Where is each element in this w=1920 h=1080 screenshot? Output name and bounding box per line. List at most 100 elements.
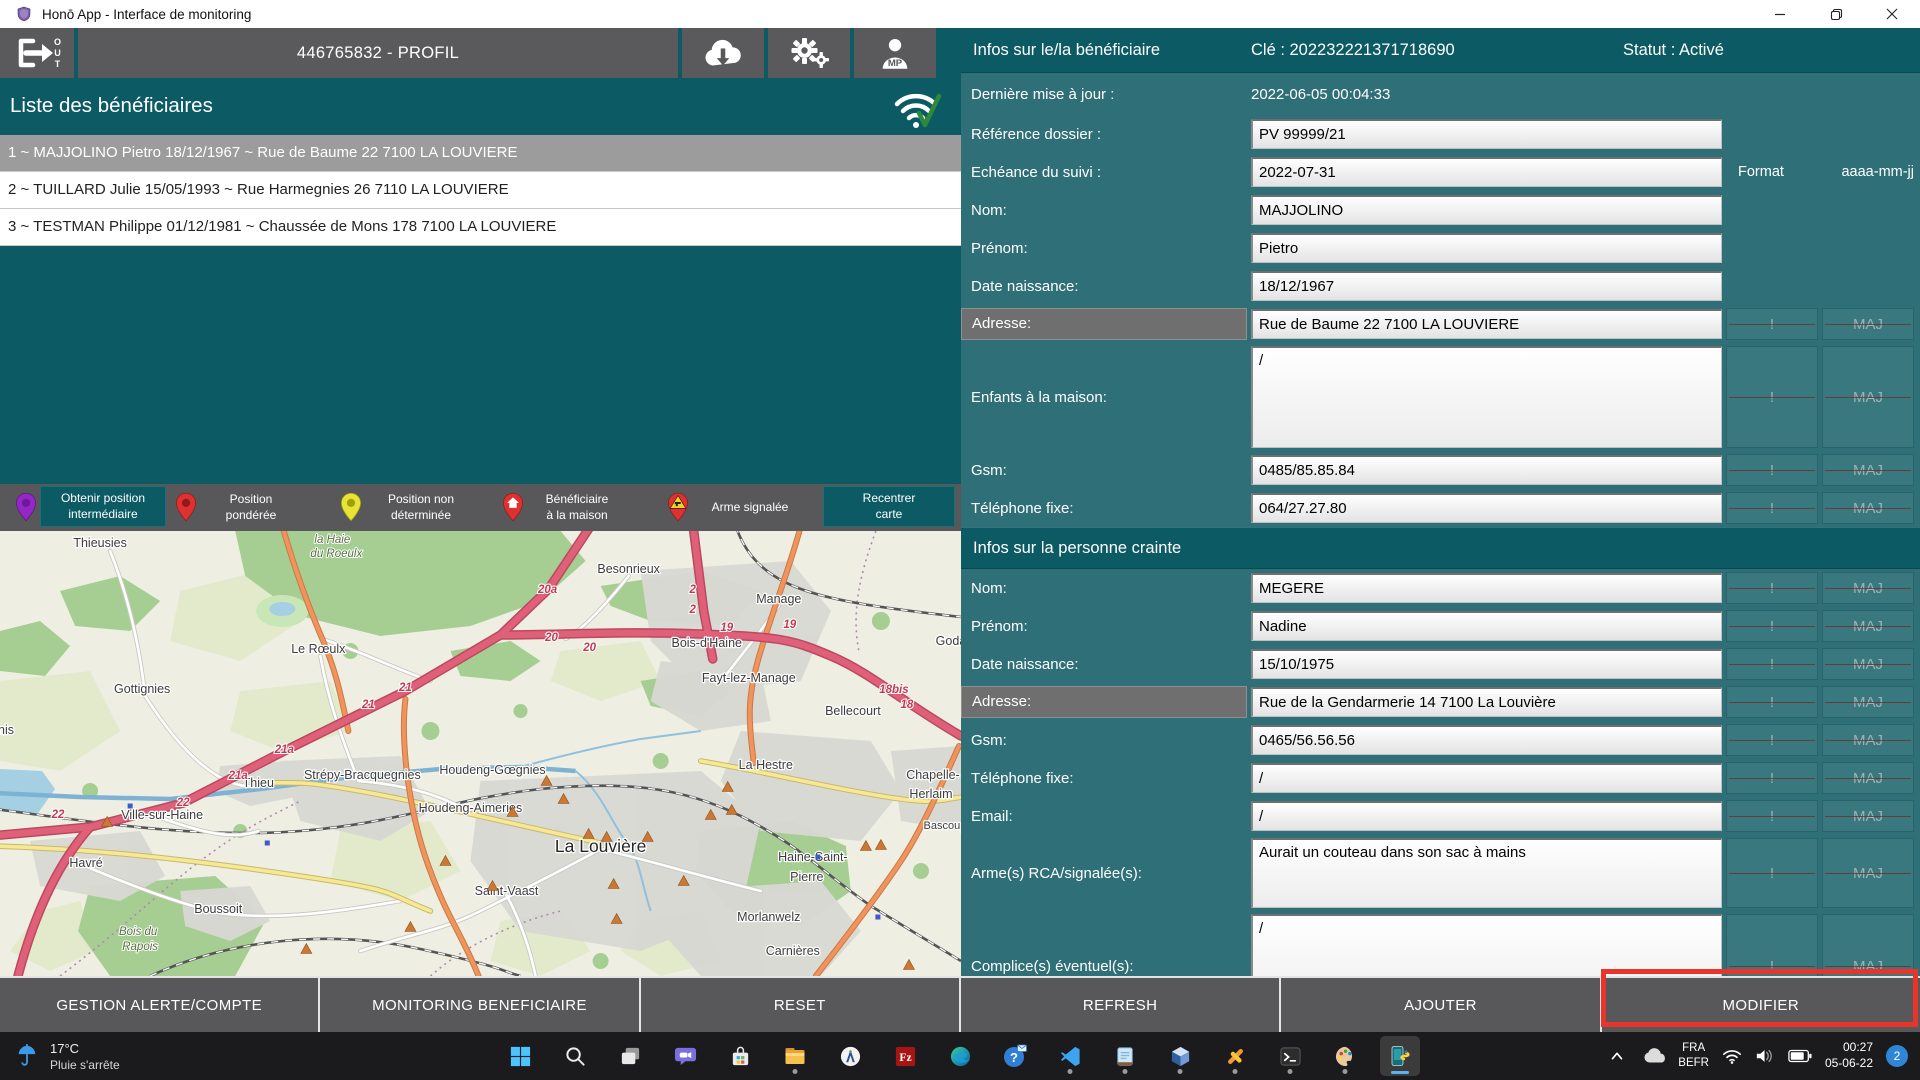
running-indicator	[1232, 1069, 1238, 1074]
map-canvas[interactable]: Thieusies nis la Haie du Roeulx Besonrieux Le…	[0, 531, 961, 976]
notepadpp-icon	[1116, 1046, 1133, 1066]
reset-button[interactable]: RESET	[640, 978, 959, 1032]
feared-address-input[interactable]	[1251, 687, 1722, 717]
warn-button[interactable]: !	[1726, 492, 1818, 524]
map-legend-bar: Obtenir position intermédiaire Position p…	[0, 482, 961, 531]
maj-button[interactable]: MAJ	[1822, 686, 1914, 718]
map-exit-label: 18bis	[879, 684, 908, 696]
battery-icon[interactable]	[1788, 1048, 1812, 1064]
accomplices-textarea[interactable]: /	[1251, 914, 1722, 976]
vscode-button[interactable]	[1050, 1036, 1090, 1076]
chat-button[interactable]	[665, 1036, 705, 1076]
beneficiary-row[interactable]: 1 ~ MAJJOLINO Pietro 18/12/1967 ~ Rue de…	[0, 135, 961, 172]
address-input[interactable]	[1251, 309, 1722, 339]
maj-button[interactable]: MAJ	[1822, 308, 1914, 340]
paint-app-button[interactable]	[1325, 1036, 1365, 1076]
maj-button[interactable]: MAJ	[1822, 610, 1914, 642]
map-town-label: Thieusies	[73, 536, 127, 550]
volume-icon[interactable]	[1755, 1047, 1775, 1065]
maj-button[interactable]: MAJ	[1822, 800, 1914, 832]
gestion-alerte-button[interactable]: GESTION ALERTE/COMPTE	[0, 978, 319, 1032]
download-button[interactable]	[682, 28, 764, 78]
clock-widget[interactable]: 00:27 05-06-22	[1825, 1040, 1873, 1071]
notepadpp-button[interactable]	[1105, 1036, 1145, 1076]
tray-date: 05-06-22	[1824, 1056, 1873, 1070]
landline-input[interactable]	[1251, 493, 1722, 523]
beneficiary-row[interactable]: 2 ~ TUILLARD Julie 15/05/1993 ~ Rue Harm…	[0, 172, 961, 209]
edge-icon	[950, 1046, 970, 1066]
language-indicator[interactable]: FRA BEFR	[1678, 1041, 1709, 1071]
warn-button[interactable]: !	[1726, 346, 1818, 448]
warn-button[interactable]: !	[1726, 648, 1818, 680]
warn-button[interactable]: !	[1726, 762, 1818, 794]
feared-birthdate-input[interactable]	[1251, 649, 1722, 679]
file-explorer-button[interactable]	[775, 1036, 815, 1076]
feared-landline-input[interactable]	[1251, 763, 1722, 793]
weapons-textarea[interactable]: Aurait un couteau dans son sac à mains	[1251, 838, 1722, 908]
maj-button[interactable]: MAJ	[1822, 838, 1914, 908]
onedrive-icon[interactable]	[1639, 1047, 1666, 1065]
feared-name-input[interactable]	[1251, 573, 1722, 603]
beneficiaries-title: Liste des bénéficiaires	[10, 94, 213, 117]
dev-tool-button[interactable]	[1215, 1036, 1255, 1076]
warn-button[interactable]: !	[1726, 454, 1818, 486]
birthdate-input[interactable]	[1251, 271, 1722, 301]
edge-button[interactable]	[940, 1036, 980, 1076]
logout-button[interactable]: O U T	[0, 28, 74, 78]
maj-button[interactable]: MAJ	[1822, 762, 1914, 794]
refresh-button[interactable]: REFRESH	[960, 978, 1280, 1032]
warn-button[interactable]: !	[1726, 686, 1818, 718]
warn-button[interactable]: !	[1726, 724, 1818, 756]
map-town-label: Strépy-Bracquegnies	[304, 768, 421, 782]
warn-button[interactable]: !	[1726, 610, 1818, 642]
modifier-button[interactable]: MODIFIER	[1601, 978, 1920, 1032]
beneficiary-row[interactable]: 3 ~ TESTMAN Philippe 01/12/1981 ~ Chauss…	[0, 209, 961, 246]
virtualbox-button[interactable]	[1160, 1036, 1200, 1076]
map-exit-label: 20	[582, 642, 596, 654]
map-station-marker	[875, 914, 881, 920]
tray-wifi-icon[interactable]	[1722, 1047, 1742, 1065]
maj-button[interactable]: MAJ	[1822, 648, 1914, 680]
reference-input[interactable]	[1251, 119, 1722, 149]
close-button[interactable]	[1864, 0, 1920, 28]
feared-gsm-input[interactable]	[1251, 725, 1722, 755]
settings-button[interactable]	[768, 28, 850, 78]
maj-button[interactable]: MAJ	[1822, 492, 1914, 524]
name-input[interactable]	[1251, 195, 1722, 225]
mp-user-button[interactable]: MP	[854, 28, 936, 78]
feared-firstname-input[interactable]	[1251, 611, 1722, 641]
maj-button[interactable]: MAJ	[1822, 454, 1914, 486]
search-button[interactable]	[555, 1036, 595, 1076]
warn-button[interactable]: !	[1726, 914, 1818, 976]
ajouter-button[interactable]: AJOUTER	[1281, 978, 1600, 1032]
notification-badge[interactable]: 2	[1886, 1045, 1908, 1067]
recenter-map-button[interactable]: Recentrer carte	[823, 486, 955, 527]
filezilla-button[interactable]: Fz	[885, 1036, 925, 1076]
start-button[interactable]	[500, 1036, 540, 1076]
monitoring-beneficiaire-button[interactable]: MONITORING BENEFICIAIRE	[320, 978, 639, 1032]
android-studio-button[interactable]	[830, 1036, 870, 1076]
legend-item-intermediate[interactable]: Obtenir position intermédiaire	[40, 486, 166, 527]
maj-button[interactable]: MAJ	[1822, 346, 1914, 448]
store-button[interactable]	[720, 1036, 760, 1076]
tray-chevron-icon[interactable]	[1608, 1047, 1626, 1065]
warn-button[interactable]: !	[1726, 838, 1818, 908]
map-town-label: Ville-sur-Haine	[121, 808, 203, 822]
terminal-button[interactable]	[1270, 1036, 1310, 1076]
maj-button[interactable]: MAJ	[1822, 724, 1914, 756]
restore-button[interactable]	[1808, 0, 1864, 28]
warn-button[interactable]: !	[1726, 308, 1818, 340]
feared-email-input[interactable]	[1251, 801, 1722, 831]
children-textarea[interactable]: /	[1251, 346, 1722, 448]
task-view-button[interactable]	[610, 1036, 650, 1076]
maj-button[interactable]: MAJ	[1822, 914, 1914, 976]
gsm-input[interactable]	[1251, 455, 1722, 485]
deadline-input[interactable]	[1251, 157, 1722, 187]
minimize-button[interactable]	[1752, 0, 1808, 28]
warn-button[interactable]: !	[1726, 572, 1818, 604]
warn-button[interactable]: !	[1726, 800, 1818, 832]
help-app-button[interactable]: ?	[995, 1036, 1035, 1076]
firstname-input[interactable]	[1251, 233, 1722, 263]
hono-app-taskbar-button[interactable]	[1380, 1036, 1420, 1076]
maj-button[interactable]: MAJ	[1822, 572, 1914, 604]
